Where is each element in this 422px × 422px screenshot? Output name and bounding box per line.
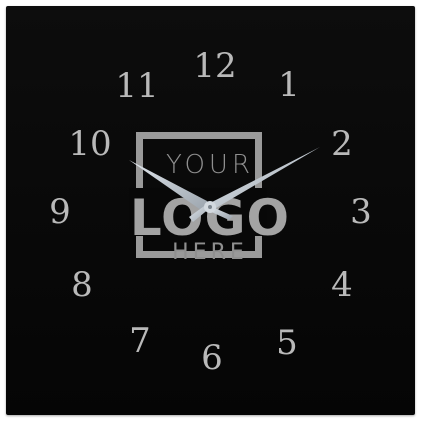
- hour-hand: [129, 160, 211, 210]
- minute-hand: [210, 147, 320, 213]
- clock-hands: [129, 147, 320, 222]
